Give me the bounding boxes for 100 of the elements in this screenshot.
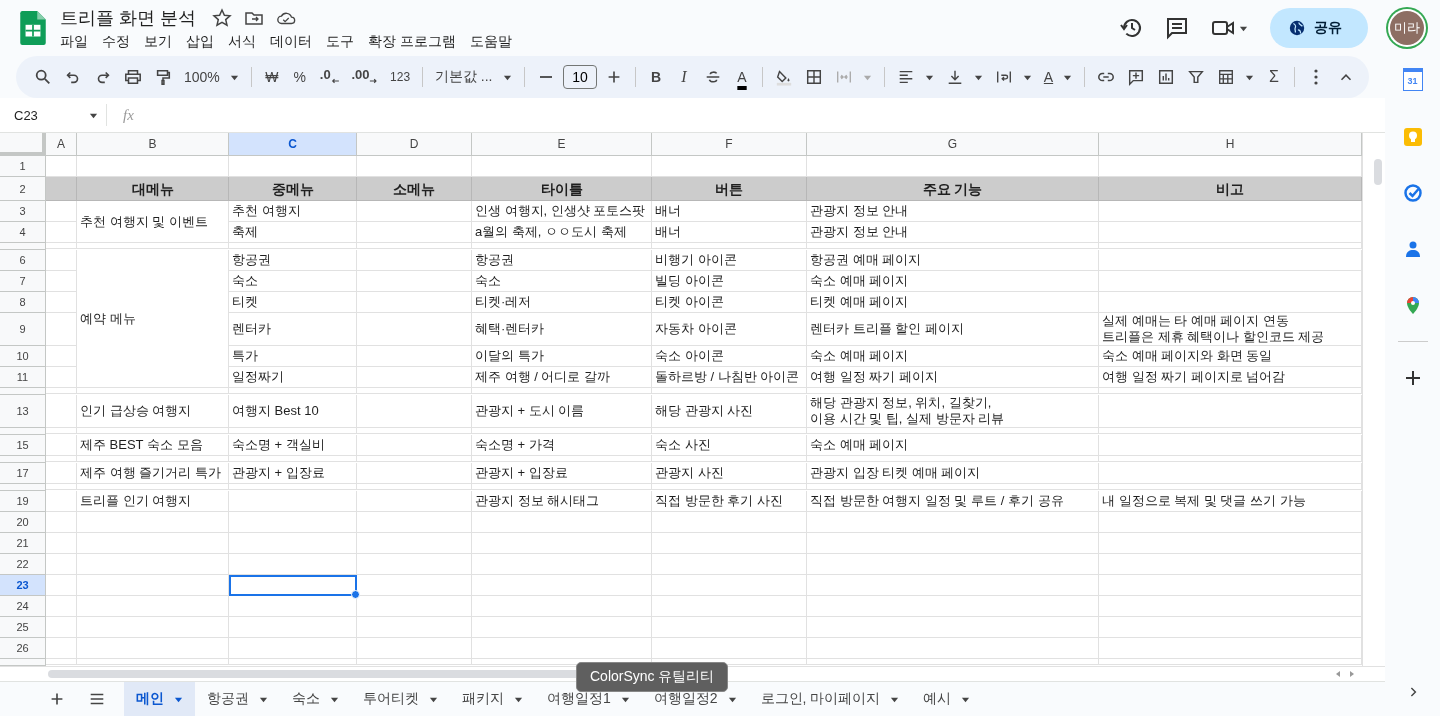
row-header[interactable]: 10	[0, 346, 46, 367]
row-header[interactable]: 13	[0, 395, 46, 428]
sheet-tab[interactable]: 항공권	[195, 682, 280, 716]
menu-item[interactable]: 도구	[326, 32, 354, 51]
table-cell	[46, 395, 77, 428]
column-title: 주요 기능	[807, 177, 1099, 201]
table-cell	[46, 463, 77, 484]
table-cell: 관광지 입장 티켓 예매 페이지	[807, 463, 1099, 484]
functions-button[interactable]: Σ	[1262, 63, 1286, 91]
sheet-tab[interactable]: 숙소	[280, 682, 351, 716]
row-header[interactable]: 20	[0, 512, 46, 533]
menu-item[interactable]: 확장 프로그램	[368, 32, 456, 51]
increase-decimal-button[interactable]: .00	[347, 63, 383, 91]
row-header[interactable]: 6	[0, 250, 46, 271]
table-cell[interactable]	[229, 575, 357, 596]
table-cell: 관광지 + 도시 이름	[472, 395, 652, 428]
column-header[interactable]: F	[652, 133, 807, 156]
italic-button[interactable]: I	[672, 63, 696, 91]
text-rotation-button[interactable]: A	[1040, 63, 1076, 91]
menu-item[interactable]: 수정	[102, 32, 130, 51]
table-cell	[46, 367, 77, 388]
table-cell: a월의 축제, ㅇㅇ도시 축제	[472, 222, 652, 243]
share-button[interactable]: 공유	[1270, 8, 1368, 48]
comment-icon[interactable]	[1165, 16, 1189, 40]
sheet-tab[interactable]: 예시	[911, 682, 983, 716]
percent-format-button[interactable]: %	[287, 63, 312, 91]
table-cell	[46, 435, 77, 456]
table-cell: 숙소명 + 가격	[472, 435, 652, 456]
row-header[interactable]: 19	[0, 491, 46, 512]
text-color-button[interactable]: A	[730, 63, 754, 91]
column-header[interactable]: C	[229, 133, 357, 156]
table-cell	[46, 292, 77, 313]
menu-item[interactable]: 보기	[144, 32, 172, 51]
sheet-tab[interactable]: 로그인, 마이페이지	[748, 682, 912, 716]
decrease-decimal-button[interactable]: .0	[315, 63, 344, 91]
column-header[interactable]: E	[472, 133, 652, 156]
row-header[interactable]: 17	[0, 463, 46, 484]
table-cell	[46, 250, 77, 271]
table-cell: 티켓	[229, 292, 357, 313]
row-header[interactable]: 23	[0, 575, 46, 596]
row-header[interactable]: 4	[0, 222, 46, 243]
table-cell	[46, 533, 77, 554]
vertical-scrollbar[interactable]	[1374, 159, 1382, 185]
row-header[interactable]: 25	[0, 617, 46, 638]
paint-bucket-icon	[775, 68, 793, 86]
row-header[interactable]: 22	[0, 554, 46, 575]
row-header[interactable]: 1	[0, 156, 46, 177]
name-box[interactable]: C23	[0, 104, 107, 126]
star-icon[interactable]	[212, 7, 232, 28]
column-header[interactable]: A	[46, 133, 77, 156]
table-cell	[46, 491, 77, 512]
table-cell	[46, 596, 77, 617]
comment-plus-icon	[1127, 68, 1145, 86]
font-size-field[interactable]: 10	[563, 65, 598, 89]
row-header[interactable]: 24	[0, 596, 46, 617]
calendar-icon[interactable]: 31	[1402, 68, 1423, 91]
history-icon[interactable]	[1119, 16, 1143, 40]
currency-format-button[interactable]: ₩	[259, 63, 284, 91]
bold-button[interactable]: B	[644, 63, 668, 91]
row-header[interactable]: 21	[0, 533, 46, 554]
table-cell: 트리플 인기 여행지	[77, 491, 229, 512]
sheet-tab[interactable]: 투어티켓	[351, 682, 450, 716]
spreadsheet-logo[interactable]	[20, 11, 46, 45]
document-title[interactable]: 트리플 화면 분석	[60, 5, 196, 30]
column-header[interactable]: H	[1099, 133, 1362, 156]
table-cell: 관광지 정보 안내	[807, 222, 1099, 243]
row-header[interactable]: 26	[0, 638, 46, 659]
row-header[interactable]: 9	[0, 313, 46, 346]
column-title: 대메뉴	[77, 177, 229, 201]
table-cell: 제주 BEST 숙소 모음	[77, 435, 229, 456]
table-cell: 내 일정으로 복제 및 댓글 쓰기 가능	[1099, 491, 1362, 512]
sheet-tab[interactable]: 패키지	[450, 682, 535, 716]
number-format-button[interactable]: 123	[386, 63, 414, 91]
menu-item[interactable]: 도움말	[469, 32, 512, 51]
table-cell: 숙소 예매 페이지와 화면 동일	[1099, 346, 1362, 367]
column-header[interactable]: B	[77, 133, 229, 156]
zoom-dropdown[interactable]: 100%	[180, 63, 243, 91]
menu-item[interactable]: 삽입	[186, 32, 214, 51]
sheet-tab[interactable]: 메인	[124, 682, 195, 716]
menu-item[interactable]: 데이터	[270, 32, 312, 51]
row-header[interactable]: 7	[0, 271, 46, 292]
table-cell	[46, 512, 77, 533]
font-dropdown[interactable]: 기본값 ...	[430, 63, 517, 91]
task-check-icon[interactable]	[1402, 183, 1423, 203]
formula-label: fx	[123, 106, 134, 124]
row-header[interactable]: 11	[0, 367, 46, 388]
column-header[interactable]: D	[357, 133, 472, 156]
column-title: 중메뉴	[229, 177, 357, 201]
row-header[interactable]: 2	[0, 177, 46, 201]
row-header[interactable]: 8	[0, 292, 46, 313]
column-header[interactable]: G	[807, 133, 1099, 156]
row-header[interactable]: 3	[0, 201, 46, 222]
menu-item[interactable]: 파일	[60, 32, 88, 51]
fill-handle[interactable]	[351, 590, 360, 599]
menu-item[interactable]: 서식	[228, 32, 256, 51]
row-header[interactable]: 15	[0, 435, 46, 456]
table-cell: 실제 예매는 타 예매 페이지 연동 트리플은 제휴 혜택이나 할인코드 제공	[1099, 313, 1362, 346]
tooltip: ColorSync 유틸리티	[576, 662, 729, 692]
table-cell: 특가	[229, 346, 357, 367]
table-cell: 숙소 예매 페이지	[807, 435, 1099, 456]
